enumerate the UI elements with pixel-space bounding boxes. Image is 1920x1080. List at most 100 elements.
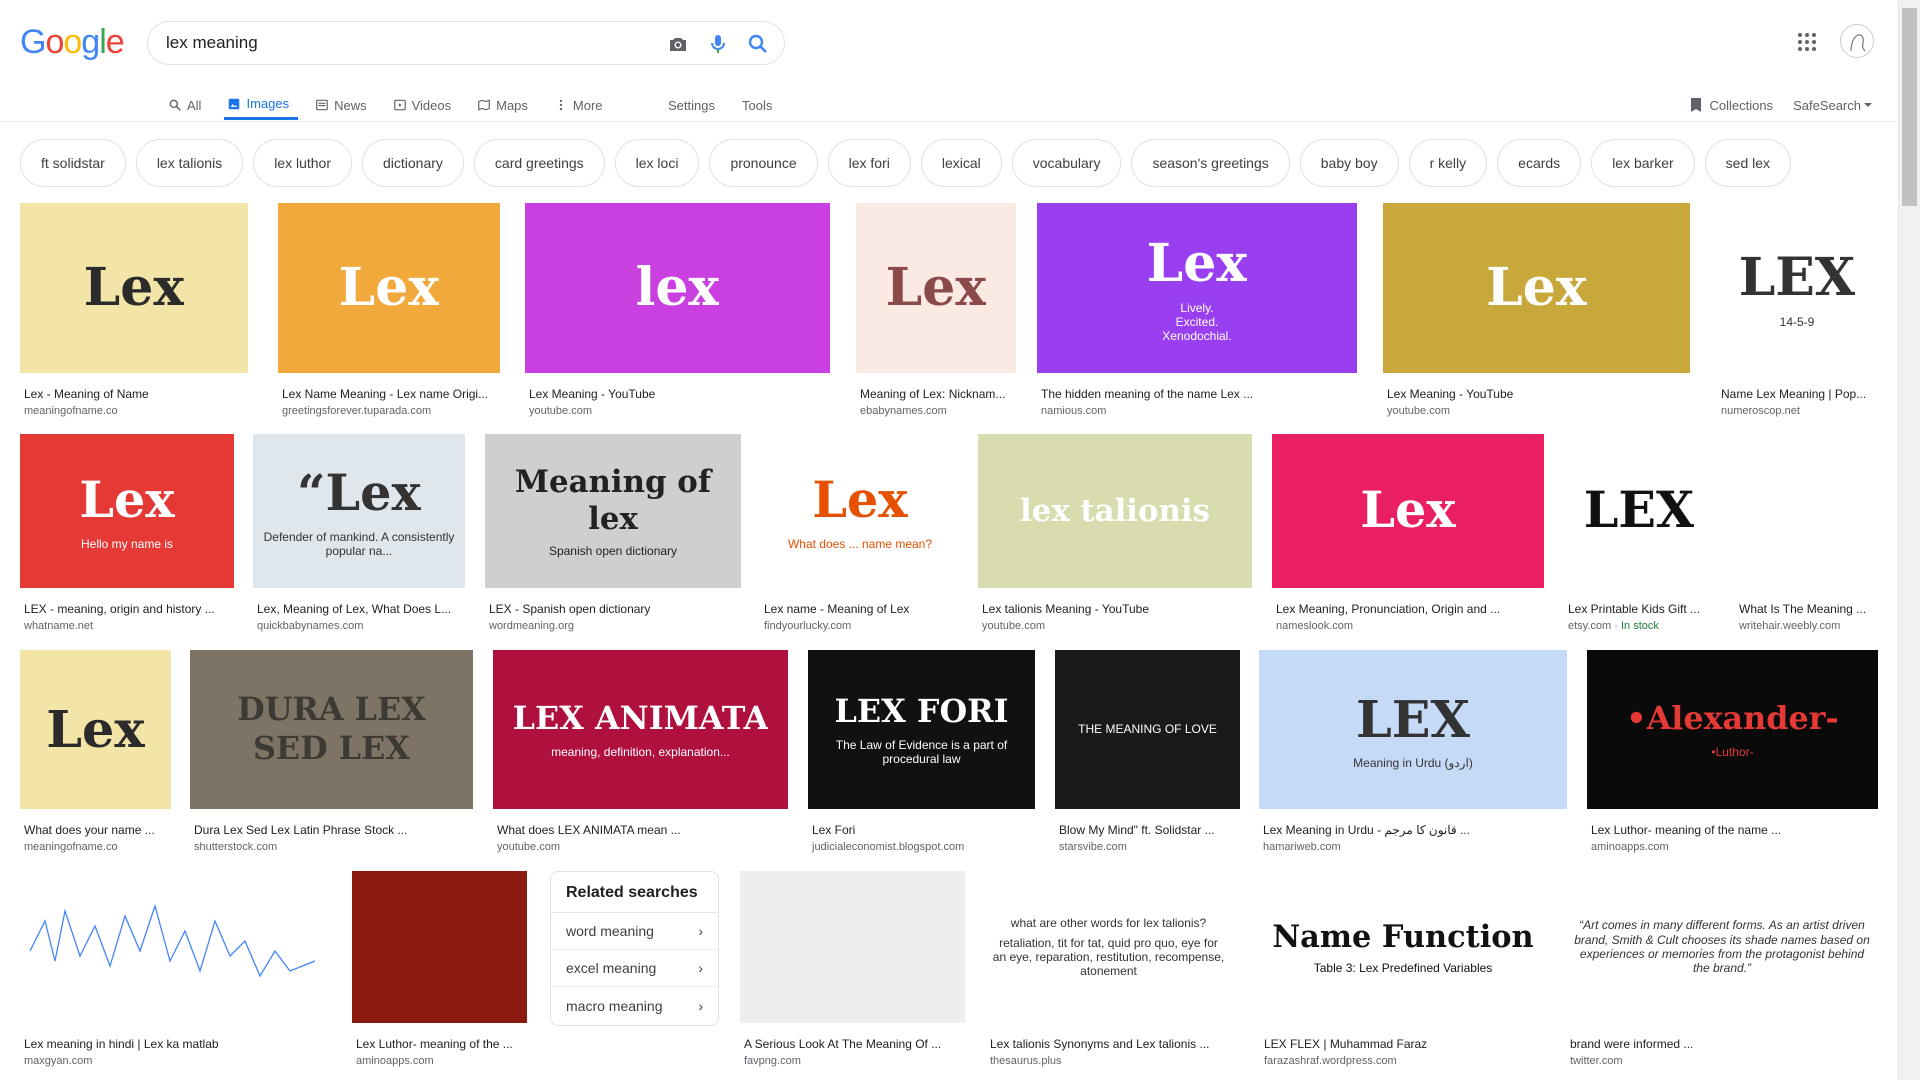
image-result[interactable]: Lex Lex Meaning, Pronunciation, Origin an… xyxy=(1272,434,1544,636)
image-result[interactable]: Lex Lex - Meaning of Name meaningofname.co xyxy=(20,203,248,421)
tab-images[interactable]: Images xyxy=(224,90,299,120)
result-title[interactable]: LEX - Spanish open dictionary xyxy=(489,602,739,616)
tab-all[interactable]: All xyxy=(165,90,210,120)
result-title[interactable]: Lex - Meaning of Name xyxy=(24,387,246,401)
image-result[interactable]: Lex Meaning of Lex: Nicknam... ebabynames.… xyxy=(856,203,1016,421)
result-title[interactable]: Lex Name Meaning - Lex name Origi... xyxy=(282,387,498,401)
result-title[interactable]: Name Lex Meaning | Pop... xyxy=(1721,387,1875,401)
result-title[interactable]: Lex Printable Kids Gift ... xyxy=(1568,602,1712,616)
result-thumbnail[interactable]: Lex xyxy=(20,203,248,373)
chip-suggestion[interactable]: ft solidstar xyxy=(20,139,126,187)
image-result[interactable]: LEX FORI The Law of Evidence is a part of… xyxy=(808,650,1035,857)
result-title[interactable]: Lex name - Meaning of Lex xyxy=(764,602,958,616)
chip-suggestion[interactable]: lex barker xyxy=(1591,139,1695,187)
result-title[interactable]: What Is The Meaning ... xyxy=(1739,602,1876,616)
image-result[interactable]: Lex Hello my name is LEX - meaning, origin… xyxy=(20,434,234,636)
page-scrollbar[interactable] xyxy=(1898,0,1920,1080)
result-title[interactable]: Lex Meaning - YouTube xyxy=(1387,387,1688,401)
result-title[interactable]: The hidden meaning of the name Lex ... xyxy=(1041,387,1355,401)
result-title[interactable]: Lex meaning in hindi | Lex ka matlab xyxy=(24,1037,328,1051)
image-result[interactable]: lex talionis Lex talionis Meaning - YouTu… xyxy=(978,434,1252,636)
result-title[interactable]: Lex talionis Meaning - YouTube xyxy=(982,602,1250,616)
result-title[interactable]: Dura Lex Sed Lex Latin Phrase Stock ... xyxy=(194,823,471,837)
result-thumbnail[interactable]: Lex xyxy=(856,203,1016,373)
settings-link[interactable]: Settings xyxy=(668,98,715,113)
result-title[interactable]: Lex Luthor- meaning of the ... xyxy=(356,1037,525,1051)
result-thumbnail[interactable]: •Alexander- •Luthor- xyxy=(1587,650,1878,809)
image-result[interactable]: Lex meaning in hindi | Lex ka matlab maxg… xyxy=(20,871,330,1071)
camera-icon[interactable] xyxy=(666,32,690,56)
tab-more[interactable]: More xyxy=(551,90,612,120)
image-result[interactable]: Lex Lex Name Meaning - Lex name Origi... g… xyxy=(278,203,500,421)
chip-suggestion[interactable]: lex luthor xyxy=(253,139,352,187)
result-thumbnail[interactable]: LEX ANIMATA meaning, definition, explanat… xyxy=(493,650,788,809)
result-thumbnail[interactable]: LEX xyxy=(1564,434,1714,588)
image-result[interactable]: LEX Lex Printable Kids Gift ... etsy.com ·… xyxy=(1564,434,1714,636)
chip-suggestion[interactable]: season's greetings xyxy=(1131,139,1290,187)
related-search-item[interactable]: macro meaning › xyxy=(551,987,718,1024)
image-result[interactable]: what are other words for lex talionis? re… xyxy=(986,871,1231,1071)
related-search-item[interactable]: word meaning › xyxy=(551,913,718,950)
chip-suggestion[interactable]: pronounce xyxy=(709,139,818,187)
result-title[interactable]: What does your name ... xyxy=(24,823,169,837)
mic-icon[interactable] xyxy=(706,32,730,56)
chip-suggestion[interactable]: dictionary xyxy=(362,139,464,187)
chip-suggestion[interactable]: lex loci xyxy=(614,139,700,187)
scrollbar-thumb[interactable] xyxy=(1902,8,1917,206)
image-result[interactable]: THE MEANING OF LOVE Blow My Mind" ft. Sol… xyxy=(1055,650,1240,857)
result-title[interactable]: Lex Luthor- meaning of the name ... xyxy=(1591,823,1876,837)
search-icon[interactable] xyxy=(746,32,770,56)
image-result[interactable]: Lex Luthor- meaning of the ... aminoapps.… xyxy=(352,871,527,1071)
result-title[interactable]: Blow My Mind" ft. Solidstar ... xyxy=(1059,823,1238,837)
search-box[interactable] xyxy=(147,21,785,65)
result-title[interactable]: brand were informed ... xyxy=(1570,1037,1876,1051)
result-thumbnail[interactable]: Lex xyxy=(1272,434,1544,588)
image-result[interactable]: LEX Meaning in Urdu (اردو) Lex Meaning in … xyxy=(1259,650,1567,857)
result-title[interactable]: Lex Meaning, Pronunciation, Origin and .… xyxy=(1276,602,1542,616)
result-thumbnail[interactable] xyxy=(740,871,965,1023)
result-title[interactable]: A Serious Look At The Meaning Of ... xyxy=(744,1037,963,1051)
tab-news[interactable]: News xyxy=(312,90,376,120)
chip-suggestion[interactable]: ecards xyxy=(1497,139,1582,187)
result-thumbnail[interactable]: Lex What does ... name mean? xyxy=(760,434,960,588)
account-avatar[interactable] xyxy=(1840,24,1874,58)
image-result[interactable]: Meaning of lex Spanish open dictionary LEX… xyxy=(485,434,741,636)
result-title[interactable]: Lex Meaning in Urdu - قانون کا مرجم ... xyxy=(1263,823,1565,837)
result-thumbnail[interactable]: lex talionis xyxy=(978,434,1252,588)
result-title[interactable]: LEX FLEX | Muhammad Faraz xyxy=(1264,1037,1544,1051)
result-title[interactable]: Lex talionis Synonyms and Lex talionis .… xyxy=(990,1037,1229,1051)
result-title[interactable]: Lex, Meaning of Lex, What Does L... xyxy=(257,602,463,616)
result-thumbnail[interactable]: DURA LEX SED LEX xyxy=(190,650,473,809)
image-result[interactable]: DURA LEX SED LEX Dura Lex Sed Lex Latin P… xyxy=(190,650,473,857)
result-thumbnail[interactable]: Lex Hello my name is xyxy=(20,434,234,588)
chip-suggestion[interactable]: baby boy xyxy=(1299,139,1399,187)
search-input[interactable] xyxy=(166,22,626,64)
result-title[interactable]: What does LEX ANIMATA mean ... xyxy=(497,823,786,837)
safesearch-button[interactable]: SafeSearch xyxy=(1793,98,1873,113)
image-result[interactable]: LEX ANIMATA meaning, definition, explanat… xyxy=(493,650,788,857)
tools-link[interactable]: Tools xyxy=(742,98,772,113)
image-result[interactable]: Lex What does ... name mean? Lex name - Me… xyxy=(760,434,960,636)
result-title[interactable]: Lex Meaning - YouTube xyxy=(529,387,828,401)
chip-suggestion[interactable]: sed lex xyxy=(1704,139,1792,187)
image-result[interactable]: Lex What does your name ... meaningofname.… xyxy=(20,650,171,857)
result-thumbnail[interactable]: Lex Lively. Excited. Xenodochial. xyxy=(1037,203,1357,373)
result-thumbnail[interactable]: LEX Meaning in Urdu (اردو) xyxy=(1259,650,1567,809)
google-logo[interactable]: Google xyxy=(20,25,125,59)
result-title[interactable]: Meaning of Lex: Nicknam... xyxy=(860,387,1014,401)
image-result[interactable]: •Alexander- •Luthor- Lex Luthor- meaning o… xyxy=(1587,650,1878,857)
result-thumbnail[interactable] xyxy=(352,871,527,1023)
result-thumbnail[interactable]: THE MEANING OF LOVE xyxy=(1055,650,1240,809)
chip-suggestion[interactable]: lexical xyxy=(920,139,1002,187)
image-result[interactable]: What Is The Meaning ... writehair.weebly.… xyxy=(1735,434,1878,636)
result-thumbnail[interactable]: Lex xyxy=(20,650,171,809)
result-thumbnail[interactable]: Meaning of lex Spanish open dictionary xyxy=(485,434,741,588)
chip-suggestion[interactable]: lex talionis xyxy=(135,139,244,187)
result-thumbnail[interactable]: LEX 14-5-9 xyxy=(1717,203,1877,373)
result-thumbnail[interactable] xyxy=(20,871,330,1023)
image-result[interactable]: “Lex Defender of mankind. A consistently … xyxy=(253,434,465,636)
result-thumbnail[interactable]: Lex xyxy=(278,203,500,373)
image-result[interactable]: Lex Lively. Excited. Xenodochial. The hidd… xyxy=(1037,203,1357,421)
result-thumbnail[interactable]: “Lex Defender of mankind. A consistently … xyxy=(253,434,465,588)
result-thumbnail[interactable]: lex xyxy=(525,203,830,373)
